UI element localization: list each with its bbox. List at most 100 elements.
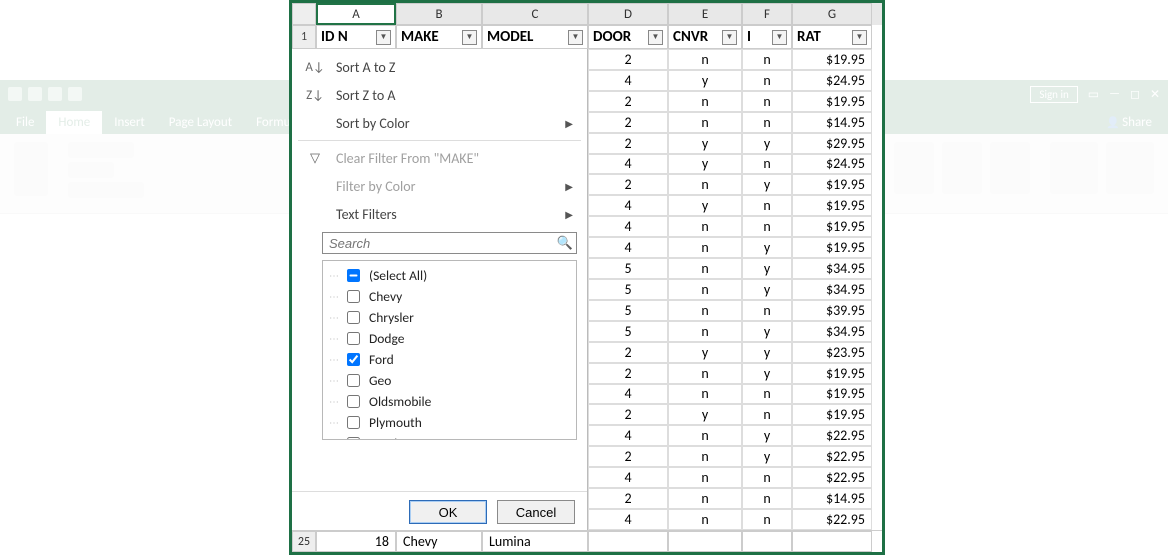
col-header-E[interactable]: E — [668, 3, 742, 25]
cell-E25[interactable] — [668, 531, 742, 552]
filter-dropdown-model[interactable]: ▼ — [568, 30, 583, 45]
cell-G13[interactable]: $34.95 — [792, 279, 872, 300]
cell-G25[interactable] — [792, 531, 872, 552]
cell-F18[interactable]: n — [742, 384, 792, 405]
cell-F14[interactable]: n — [742, 300, 792, 321]
filter-item-plymouth[interactable]: ⋯ Plymouth — [329, 412, 570, 433]
cell-E13[interactable]: n — [668, 279, 742, 300]
cell-E10[interactable]: n — [668, 216, 742, 237]
cell-G11[interactable]: $19.95 — [792, 237, 872, 258]
cell-F3[interactable]: n — [742, 70, 792, 91]
menu-text-filters[interactable]: Text Filters ▶ — [292, 200, 587, 228]
tab-insert[interactable]: Insert — [102, 111, 157, 134]
cell-D8[interactable]: 2 — [588, 174, 668, 195]
cell-D11[interactable]: 4 — [588, 237, 668, 258]
cell-D23[interactable]: 2 — [588, 488, 668, 509]
cell-F4[interactable]: n — [742, 91, 792, 112]
filter-item-ford[interactable]: ⋯ Ford — [329, 349, 570, 370]
filter-dropdown-door[interactable]: ▼ — [648, 30, 663, 45]
cell-F10[interactable]: n — [742, 216, 792, 237]
filter-item-chrysler[interactable]: ⋯ Chrysler — [329, 307, 570, 328]
filter-search-box[interactable]: 🔍 — [322, 232, 577, 254]
col-header-G[interactable]: G — [792, 3, 872, 25]
cell-E9[interactable]: y — [668, 195, 742, 216]
cell-G19[interactable]: $19.95 — [792, 404, 872, 425]
cell-E18[interactable]: n — [668, 384, 742, 405]
cell-D9[interactable]: 4 — [588, 195, 668, 216]
cell-E19[interactable]: y — [668, 404, 742, 425]
cell-E24[interactable]: n — [668, 509, 742, 530]
filter-dropdown-idn[interactable]: ▼ — [376, 30, 391, 45]
cell-G8[interactable]: $19.95 — [792, 174, 872, 195]
cell-B25[interactable]: Chevy — [396, 531, 482, 552]
tab-file[interactable]: File — [4, 111, 46, 134]
cell-E23[interactable]: n — [668, 488, 742, 509]
filter-item-dodge[interactable]: ⋯ Dodge — [329, 328, 570, 349]
maximize-icon[interactable]: ◻ — [1130, 87, 1140, 102]
cell-G24[interactable]: $22.95 — [792, 509, 872, 530]
cell-D2[interactable]: 2 — [588, 49, 668, 70]
cell-F25[interactable] — [742, 531, 792, 552]
cell-E7[interactable]: y — [668, 154, 742, 175]
cell-D10[interactable]: 4 — [588, 216, 668, 237]
filter-dropdown-cnvr[interactable]: ▼ — [722, 30, 737, 45]
cell-D15[interactable]: 5 — [588, 321, 668, 342]
cell-F11[interactable]: y — [742, 237, 792, 258]
filter-checkbox[interactable] — [347, 416, 360, 429]
cell-E4[interactable]: n — [668, 91, 742, 112]
cell-E12[interactable]: n — [668, 258, 742, 279]
cell-F21[interactable]: y — [742, 446, 792, 467]
cell-D4[interactable]: 2 — [588, 91, 668, 112]
cell-E16[interactable]: y — [668, 342, 742, 363]
cell-F13[interactable]: y — [742, 279, 792, 300]
filter-item-geo[interactable]: ⋯ Geo — [329, 370, 570, 391]
cell-D17[interactable]: 2 — [588, 363, 668, 384]
col-header-F[interactable]: F — [742, 3, 792, 25]
cell-D25[interactable] — [588, 531, 668, 552]
filter-item-oldsmobile[interactable]: ⋯ Oldsmobile — [329, 391, 570, 412]
cell-F17[interactable]: y — [742, 363, 792, 384]
cell-G12[interactable]: $34.95 — [792, 258, 872, 279]
menu-sort-az[interactable]: A↓ Sort A to Z — [292, 53, 587, 81]
cell-D24[interactable]: 4 — [588, 509, 668, 530]
cell-D5[interactable]: 2 — [588, 112, 668, 133]
cancel-button[interactable]: Cancel — [497, 500, 575, 524]
share-button[interactable]: 👤 Share — [1094, 111, 1164, 134]
row-number-25[interactable]: 25 — [292, 531, 316, 552]
cell-G6[interactable]: $29.95 — [792, 133, 872, 154]
cell-G18[interactable]: $19.95 — [792, 384, 872, 405]
cell-E22[interactable]: n — [668, 467, 742, 488]
cell-E14[interactable]: n — [668, 300, 742, 321]
cell-E17[interactable]: n — [668, 363, 742, 384]
cell-D3[interactable]: 4 — [588, 70, 668, 91]
minimize-icon[interactable]: — — [1109, 87, 1120, 101]
cell-F8[interactable]: y — [742, 174, 792, 195]
cell-G4[interactable]: $19.95 — [792, 91, 872, 112]
cell-D12[interactable]: 5 — [588, 258, 668, 279]
cell-F22[interactable]: n — [742, 467, 792, 488]
filter-checkbox[interactable] — [347, 374, 360, 387]
cell-D13[interactable]: 5 — [588, 279, 668, 300]
filter-checkbox[interactable] — [347, 353, 360, 366]
filter-checkbox[interactable] — [347, 311, 360, 324]
cell-D14[interactable]: 5 — [588, 300, 668, 321]
cell-G20[interactable]: $22.95 — [792, 425, 872, 446]
menu-sort-by-color[interactable]: Sort by Color ▶ — [292, 109, 587, 137]
cell-G15[interactable]: $34.95 — [792, 321, 872, 342]
cell-E11[interactable]: n — [668, 237, 742, 258]
cell-F16[interactable]: y — [742, 342, 792, 363]
cell-F20[interactable]: y — [742, 425, 792, 446]
cell-E15[interactable]: n — [668, 321, 742, 342]
filter-search-input[interactable] — [323, 236, 554, 251]
cell-E2[interactable]: n — [668, 49, 742, 70]
filter-dropdown-i[interactable]: ▼ — [772, 30, 787, 45]
tab-home[interactable]: Home — [46, 111, 102, 134]
cell-C25[interactable]: Lumina — [482, 531, 588, 552]
cell-G9[interactable]: $19.95 — [792, 195, 872, 216]
filter-dropdown-rat[interactable]: ▼ — [852, 30, 867, 45]
select-all-corner[interactable] — [292, 3, 316, 25]
cell-E5[interactable]: n — [668, 112, 742, 133]
ok-button[interactable]: OK — [409, 500, 487, 524]
cell-D16[interactable]: 2 — [588, 342, 668, 363]
cell-D20[interactable]: 4 — [588, 425, 668, 446]
